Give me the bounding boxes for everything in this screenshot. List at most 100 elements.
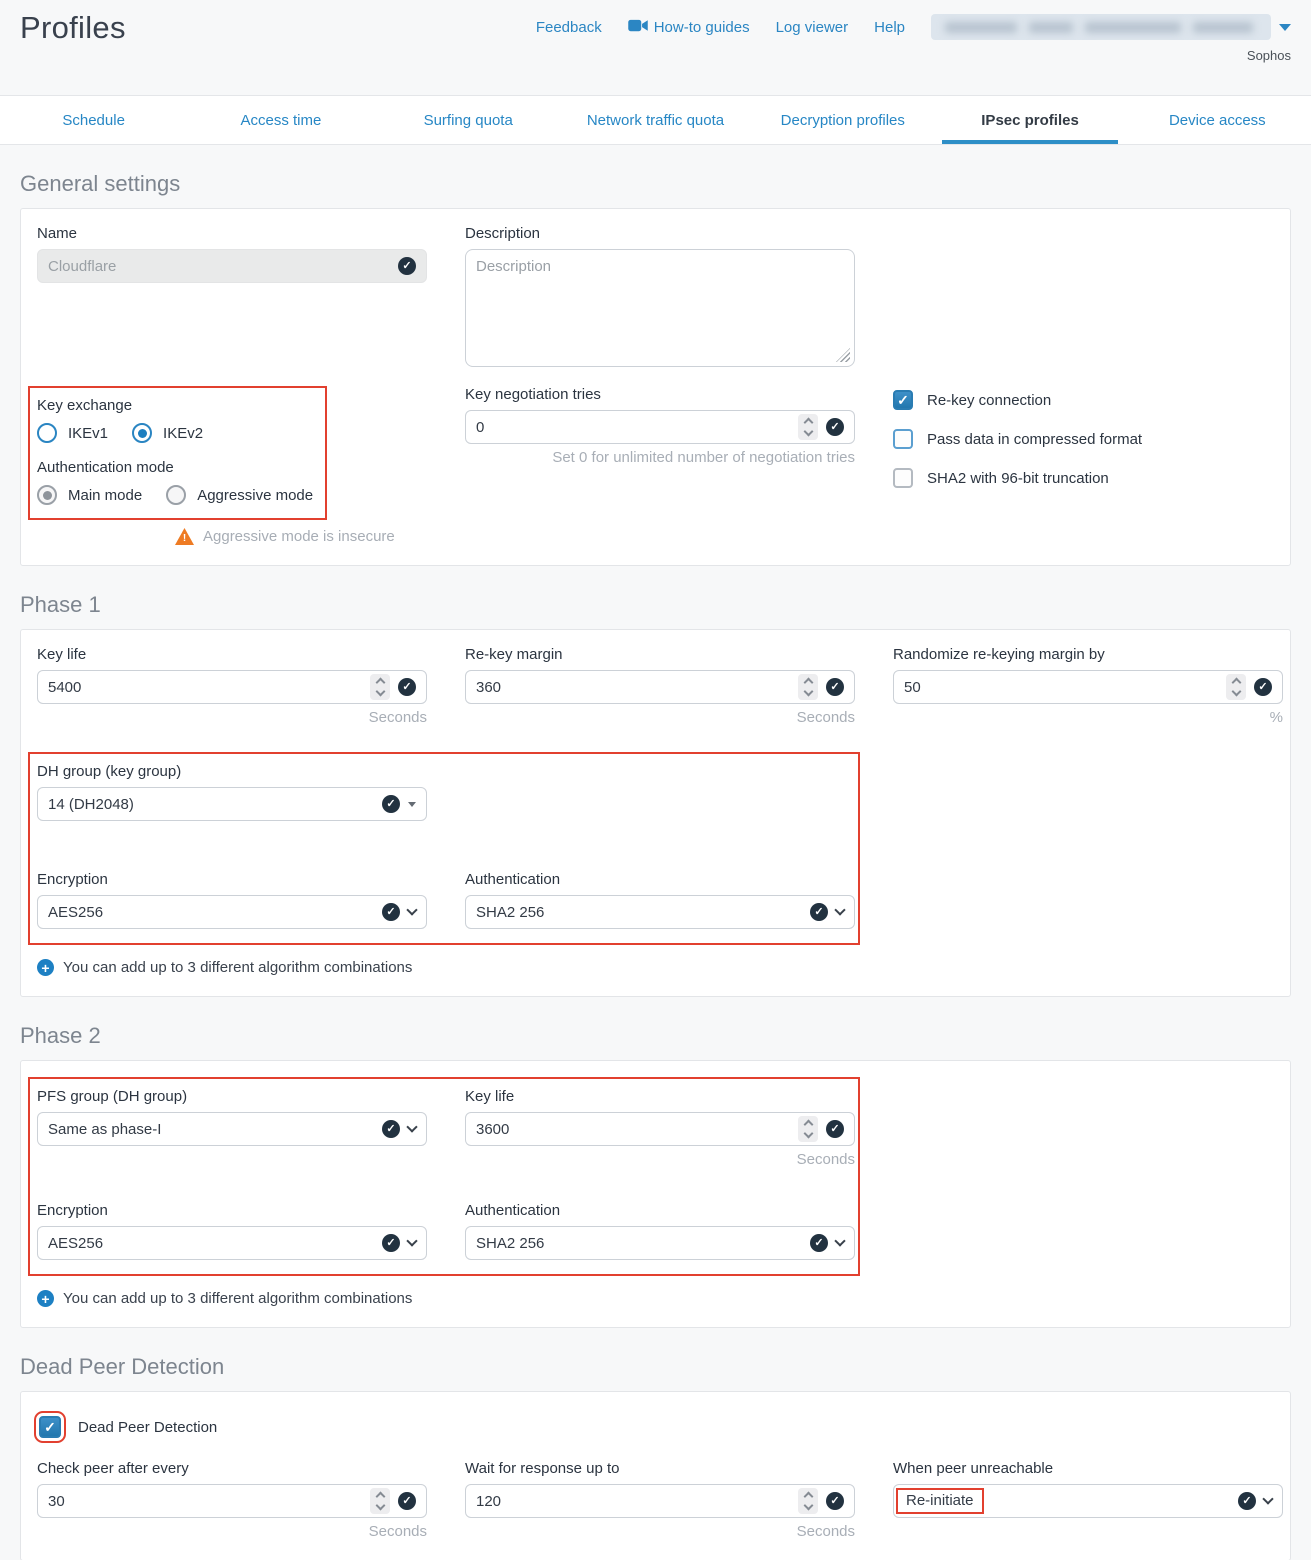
number-stepper[interactable] [370, 674, 390, 700]
main-mode-radio [37, 485, 57, 505]
phase2-encryption-value: AES256 [48, 1235, 103, 1252]
redacted-text [1085, 22, 1181, 33]
dpd-check-peer-input[interactable]: ✓ [37, 1484, 427, 1518]
page-header: Profiles Feedback How-to guides Log view… [0, 0, 1311, 95]
valid-check-icon: ✓ [826, 1120, 844, 1138]
dpd-when-unreachable-group: When peer unreachable Re-initiate ✓ [893, 1460, 1283, 1518]
aggressive-mode-label: Aggressive mode [197, 487, 313, 504]
phase2-key-life-value[interactable] [476, 1121, 798, 1138]
dpd-when-unreachable-value: Re-initiate [896, 1488, 984, 1514]
dpd-wait-response-value[interactable] [476, 1493, 798, 1510]
phase2-key-life-hint: Seconds [465, 1151, 855, 1168]
rekey-connection-label: Re-key connection [927, 392, 1051, 409]
tab-device-access[interactable]: Device access [1124, 96, 1311, 144]
phase1-authentication-select[interactable]: SHA2 256 ✓ [465, 895, 855, 929]
phase1-key-life-input[interactable]: ✓ [37, 670, 427, 704]
phase1-add-note-text: You can add up to 3 different algorithm … [63, 959, 412, 976]
phase1-randomize-value[interactable] [904, 679, 1226, 696]
tab-ipsec-profiles[interactable]: IPsec profiles [936, 96, 1123, 144]
phase2-add-note-text: You can add up to 3 different algorithm … [63, 1290, 412, 1307]
phase1-rekey-margin-hint: Seconds [465, 709, 855, 726]
name-input: ✓ [37, 249, 427, 283]
general-settings-panel: Name ✓ Description [20, 208, 1291, 566]
phase1-rekey-margin-value[interactable] [476, 679, 798, 696]
feedback-link[interactable]: Feedback [536, 19, 602, 36]
dpd-wait-response-label: Wait for response up to [465, 1460, 855, 1477]
phase2-pfs-group: PFS group (DH group) Same as phase-I ✓ [37, 1088, 427, 1146]
phase1-authentication-value: SHA2 256 [476, 904, 544, 921]
tab-network-traffic-quota[interactable]: Network traffic quota [562, 96, 749, 144]
tab-surfing-quota[interactable]: Surfing quota [375, 96, 562, 144]
auth-mode-options: Main mode Aggressive mode [37, 485, 315, 505]
valid-check-icon: ✓ [382, 903, 400, 921]
log-viewer-label: Log viewer [776, 19, 849, 36]
help-link[interactable]: Help [874, 19, 905, 36]
phase2-encryption-select[interactable]: AES256 ✓ [37, 1226, 427, 1260]
add-icon[interactable]: + [37, 1290, 54, 1307]
ikev2-label: IKEv2 [163, 425, 203, 442]
warning-text: Aggressive mode is insecure [203, 528, 395, 545]
ikev1-label: IKEv1 [68, 425, 108, 442]
description-field-group: Description [465, 225, 855, 367]
brand-label: Sophos [1247, 48, 1291, 63]
key-negotiation-input[interactable]: ✓ [465, 410, 855, 444]
tab-bar: Schedule Access time Surfing quota Netwo… [0, 95, 1311, 145]
name-value [48, 258, 398, 275]
phase2-pfs-select[interactable]: Same as phase-I ✓ [37, 1112, 427, 1146]
log-viewer-link[interactable]: Log viewer [776, 19, 849, 36]
key-exchange-label: Key exchange [37, 397, 315, 414]
dpd-enable-checkbox[interactable]: ✓ [39, 1416, 61, 1438]
header-links: Feedback How-to guides Log viewer Help [536, 14, 1291, 40]
phase2-authentication-label: Authentication [465, 1202, 855, 1219]
dpd-check-peer-value[interactable] [48, 1493, 370, 1510]
number-stepper[interactable] [370, 1488, 390, 1514]
tab-schedule[interactable]: Schedule [0, 96, 187, 144]
dpd-when-unreachable-select[interactable]: Re-initiate ✓ [893, 1484, 1283, 1518]
compressed-format-checkbox[interactable] [893, 429, 913, 449]
number-stepper[interactable] [798, 414, 818, 440]
dpd-check-peer-label: Check peer after every [37, 1460, 427, 1477]
number-stepper[interactable] [798, 1488, 818, 1514]
phase1-key-life-value[interactable] [48, 679, 370, 696]
valid-check-icon: ✓ [810, 903, 828, 921]
redacted-text [1193, 22, 1253, 33]
add-icon[interactable]: + [37, 959, 54, 976]
phase2-authentication-select[interactable]: SHA2 256 ✓ [465, 1226, 855, 1260]
dpd-wait-response-input[interactable]: ✓ [465, 1484, 855, 1518]
rekey-connection-checkbox[interactable]: ✓ [893, 390, 913, 410]
howto-guides-link[interactable]: How-to guides [628, 19, 750, 36]
phase1-rekey-margin-group: Re-key margin ✓ Seconds [465, 646, 855, 726]
key-negotiation-label: Key negotiation tries [465, 386, 855, 403]
phase1-encryption-select[interactable]: AES256 ✓ [37, 895, 427, 929]
phase2-pfs-label: PFS group (DH group) [37, 1088, 427, 1105]
dpd-enable-label: Dead Peer Detection [78, 1419, 217, 1436]
number-stepper[interactable] [798, 1116, 818, 1142]
tab-decryption-profiles[interactable]: Decryption profiles [749, 96, 936, 144]
phase1-key-life-label: Key life [37, 646, 427, 663]
dpd-enable-row: ✓ Dead Peer Detection [39, 1416, 1274, 1438]
number-stepper[interactable] [1226, 674, 1246, 700]
number-stepper[interactable] [798, 674, 818, 700]
phase2-panel: PFS group (DH group) Same as phase-I ✓ K… [20, 1060, 1291, 1328]
header-right: Feedback How-to guides Log viewer Help S… [536, 10, 1291, 63]
sha2-truncation-checkbox[interactable] [893, 468, 913, 488]
description-textarea[interactable] [465, 249, 855, 367]
compressed-format-label: Pass data in compressed format [927, 431, 1142, 448]
sha2-truncation-label: SHA2 with 96-bit truncation [927, 470, 1109, 487]
key-negotiation-value[interactable] [476, 419, 798, 436]
account-dropdown[interactable] [931, 14, 1271, 40]
chevron-down-icon [1262, 1493, 1273, 1504]
main-mode-label: Main mode [68, 487, 142, 504]
phase1-dh-group-select[interactable]: 14 (DH2048) ✓ [37, 787, 427, 821]
phase1-rekey-margin-input[interactable]: ✓ [465, 670, 855, 704]
tab-access-time[interactable]: Access time [187, 96, 374, 144]
ikev2-radio[interactable] [132, 423, 152, 443]
ikev1-radio[interactable] [37, 423, 57, 443]
phase2-encryption-group: Encryption AES256 ✓ [37, 1202, 427, 1260]
dpd-wait-response-group: Wait for response up to ✓ Seconds [465, 1460, 855, 1540]
phase1-algorithms-annotation-box: DH group (key group) 14 (DH2048) ✓ Encry… [28, 752, 860, 945]
phase1-authentication-group: Authentication SHA2 256 ✓ [465, 871, 855, 929]
phase2-key-life-input[interactable]: ✓ [465, 1112, 855, 1146]
phase1-encryption-label: Encryption [37, 871, 427, 888]
phase1-randomize-input[interactable]: ✓ [893, 670, 1283, 704]
